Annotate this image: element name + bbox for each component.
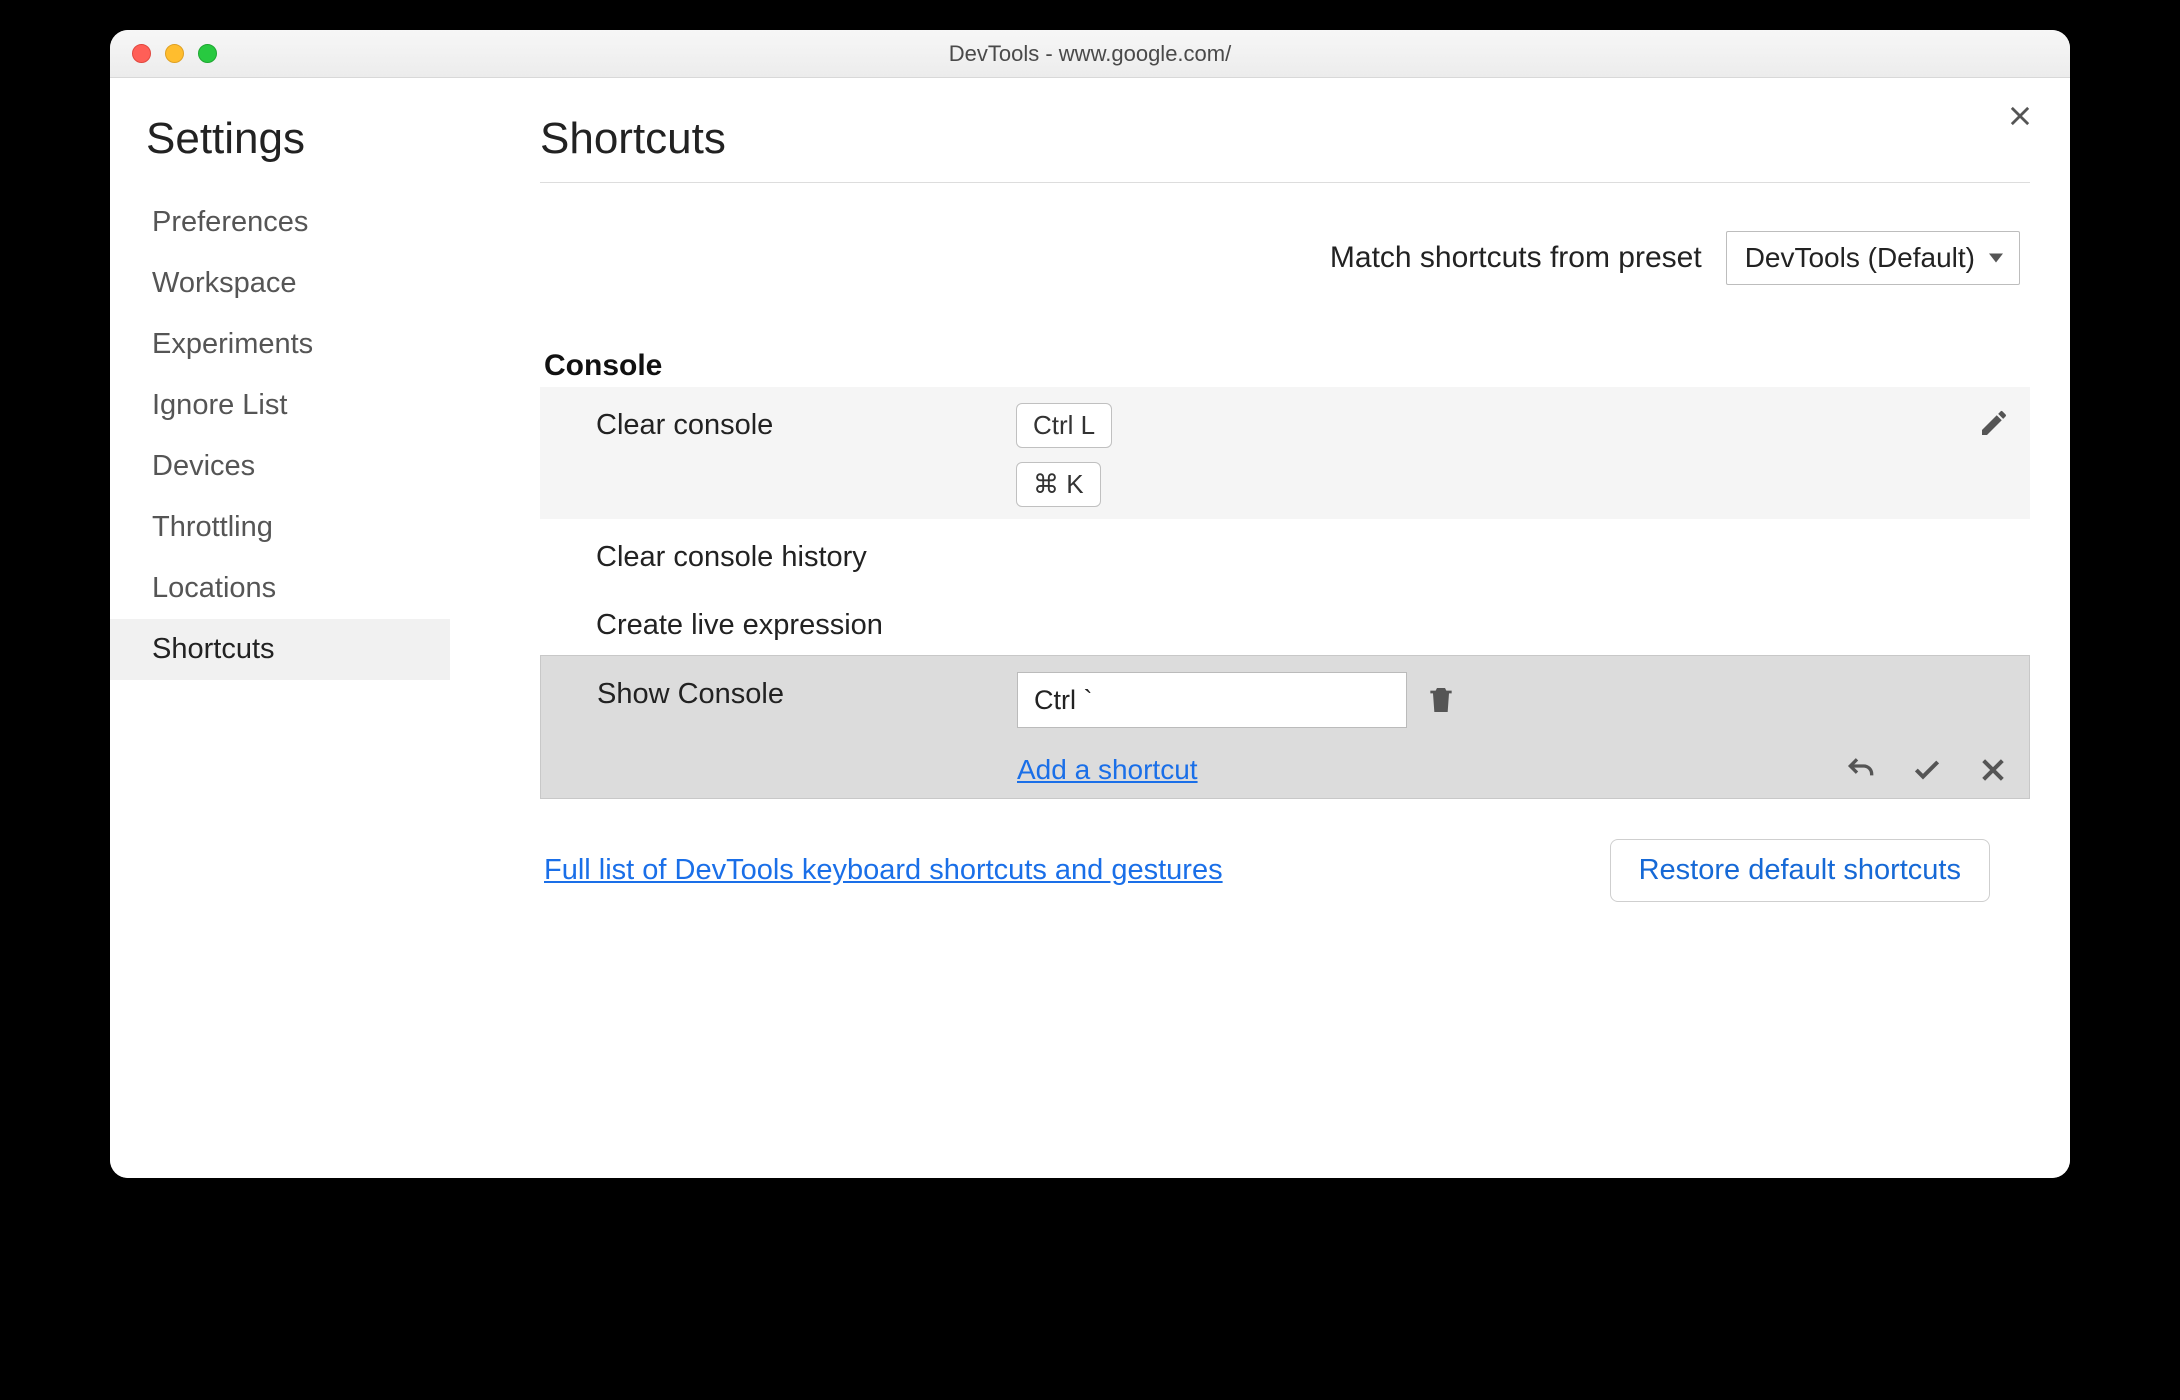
preset-label: Match shortcuts from preset xyxy=(1330,241,1702,275)
sidebar-title: Settings xyxy=(146,114,450,164)
shortcuts-panel: Shortcuts Match shortcuts from preset De… xyxy=(450,78,2070,1138)
sidebar-item-locations[interactable]: Locations xyxy=(110,558,450,619)
shortcut-actions xyxy=(1978,399,2010,439)
sidebar-item-workspace[interactable]: Workspace xyxy=(110,253,450,314)
sidebar-item-label: Preferences xyxy=(152,206,308,238)
sidebar-item-ignore-list[interactable]: Ignore List xyxy=(110,375,450,436)
settings-sidebar: Settings Preferences Workspace Experimen… xyxy=(110,78,450,1138)
shortcut-row-clear-history: Clear console history xyxy=(540,519,2030,587)
devtools-settings-window: DevTools - www.google.com/ Settings Pref… xyxy=(110,30,2070,1178)
window-titlebar: DevTools - www.google.com/ xyxy=(110,30,2070,78)
sidebar-item-label: Locations xyxy=(152,572,276,604)
sidebar-item-label: Devices xyxy=(152,450,255,482)
shortcut-keys: Ctrl L ⌘ K xyxy=(1016,399,1978,507)
shortcut-input[interactable] xyxy=(1017,672,1407,728)
editing-actions xyxy=(1845,754,2009,786)
shortcut-name: Clear console history xyxy=(596,531,1016,574)
key-chip: Ctrl L xyxy=(1016,403,1112,448)
window-title: DevTools - www.google.com/ xyxy=(110,41,2070,67)
full-list-link[interactable]: Full list of DevTools keyboard shortcuts… xyxy=(544,854,1223,887)
shortcuts-footer: Full list of DevTools keyboard shortcuts… xyxy=(540,799,2030,902)
section-console-header: Console xyxy=(540,349,2030,383)
sidebar-item-preferences[interactable]: Preferences xyxy=(110,192,450,253)
add-shortcut-link[interactable]: Add a shortcut xyxy=(1017,754,1198,786)
undo-icon[interactable] xyxy=(1845,754,1877,786)
close-icon[interactable] xyxy=(2006,102,2034,138)
shortcut-row-clear-console: Clear console Ctrl L ⌘ K xyxy=(540,387,2030,519)
shortcut-name: Clear console xyxy=(596,399,1016,442)
trash-icon[interactable] xyxy=(1425,684,1457,716)
sidebar-item-label: Workspace xyxy=(152,267,297,299)
shortcut-keys xyxy=(1016,599,2010,603)
title-divider xyxy=(540,182,2030,183)
preset-selected-value: DevTools (Default) xyxy=(1745,242,1975,273)
check-icon[interactable] xyxy=(1911,754,1943,786)
shortcut-edit-area: Add a shortcut xyxy=(1017,668,1845,786)
shortcut-name: Show Console xyxy=(597,668,1017,711)
sidebar-item-label: Shortcuts xyxy=(152,633,275,665)
shortcut-row-show-console: Show Console Add a shortcut xyxy=(540,655,2030,799)
key-chip: ⌘ K xyxy=(1016,462,1101,507)
sidebar-item-label: Throttling xyxy=(152,511,273,543)
restore-defaults-button[interactable]: Restore default shortcuts xyxy=(1610,839,1990,902)
shortcut-keys xyxy=(1016,531,2010,535)
sidebar-item-label: Ignore List xyxy=(152,389,287,421)
shortcut-row-create-live: Create live expression xyxy=(540,587,2030,655)
shortcut-edit-row xyxy=(1017,672,1845,728)
cancel-icon[interactable] xyxy=(1977,754,2009,786)
page-title: Shortcuts xyxy=(540,114,2030,164)
shortcut-name: Create live expression xyxy=(596,599,1016,642)
sidebar-item-throttling[interactable]: Throttling xyxy=(110,497,450,558)
sidebar-item-devices[interactable]: Devices xyxy=(110,436,450,497)
settings-content: Settings Preferences Workspace Experimen… xyxy=(110,78,2070,1178)
sidebar-item-experiments[interactable]: Experiments xyxy=(110,314,450,375)
sidebar-item-label: Experiments xyxy=(152,328,313,360)
preset-select[interactable]: DevTools (Default) xyxy=(1726,231,2020,285)
edit-icon[interactable] xyxy=(1978,407,2010,439)
sidebar-item-shortcuts[interactable]: Shortcuts xyxy=(110,619,450,680)
preset-row: Match shortcuts from preset DevTools (De… xyxy=(540,231,2030,285)
